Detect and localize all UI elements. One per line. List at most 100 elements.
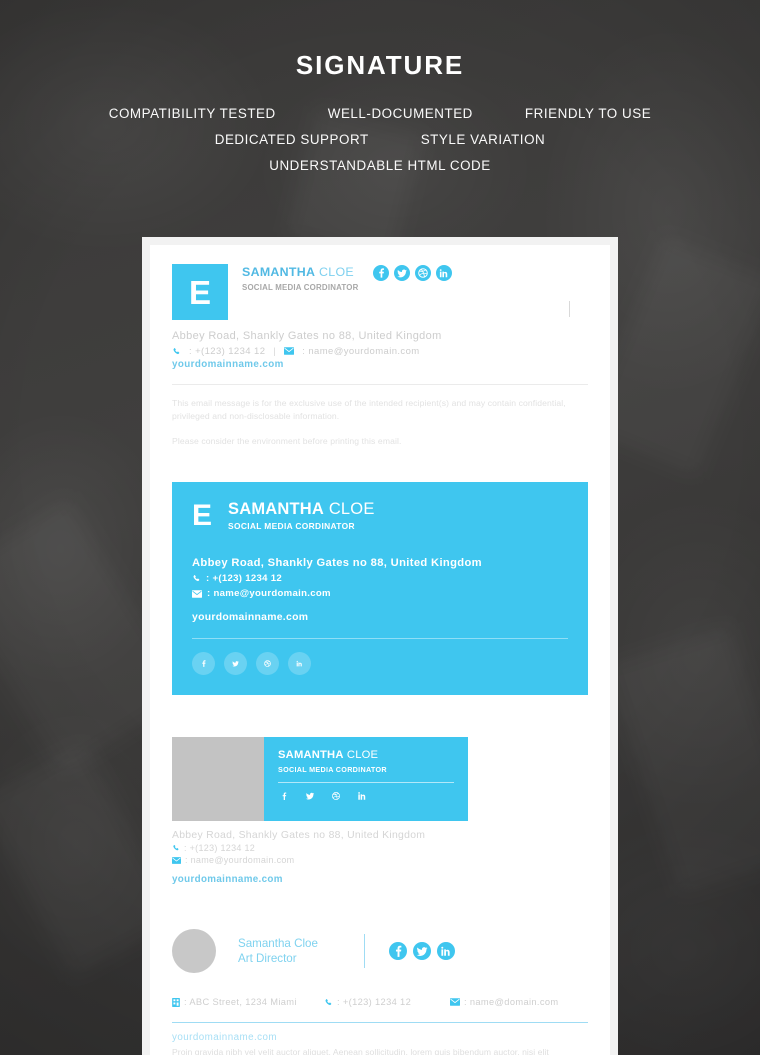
- address-text: Abbey Road, Shankly Gates no 88, United …: [172, 330, 442, 342]
- signature-4-contacts: : ABC Street, 1234 Miami : +(123) 1234 1…: [172, 997, 588, 1007]
- environment-note: Please consider the environment before p…: [172, 435, 402, 446]
- phone-value: : +(123) 1234 12: [184, 843, 256, 854]
- website-link[interactable]: yourdomainname.com: [172, 1032, 588, 1043]
- phone-row: : +(123) 1234 12: [172, 843, 588, 853]
- email-row: : name@domain.com: [450, 997, 558, 1007]
- signature-2-header: E SAMANTHA CLOE SOCIAL MEDIA CORDINATOR: [192, 500, 568, 531]
- photo-placeholder: [172, 737, 264, 822]
- description-text: Proin gravida nibh vel velit auctor aliq…: [172, 1047, 549, 1055]
- divider: [172, 383, 588, 385]
- divider: [278, 781, 454, 783]
- field-separator: |: [273, 345, 277, 357]
- signature-1-contact: Abbey Road, Shankly Gates no 88, United …: [172, 329, 588, 370]
- vertical-divider: [363, 934, 365, 969]
- facebook-icon[interactable]: [372, 265, 389, 281]
- signature-4-social-links: [388, 942, 455, 961]
- email-value: : name@yourdomain.com: [185, 855, 295, 866]
- website-link[interactable]: yourdomainname.com: [172, 874, 588, 885]
- person-role: SOCIAL MEDIA CORDINATOR: [228, 521, 355, 532]
- twitter-icon[interactable]: [412, 942, 431, 961]
- facebook-icon[interactable]: [278, 790, 290, 802]
- facebook-icon[interactable]: [192, 652, 215, 676]
- logo-square: E: [172, 264, 228, 320]
- phone-value: : +(123) 1234 12: [206, 573, 283, 585]
- person-last-name: CLOE: [315, 265, 354, 279]
- phone-icon: [172, 844, 180, 852]
- email-icon: [172, 856, 181, 864]
- signature-1-identity: SAMANTHA CLOE SOCIAL MEDIA CORDINATOR: [242, 264, 359, 292]
- linkedin-icon[interactable]: [288, 652, 311, 676]
- linkedin-icon[interactable]: [436, 942, 455, 961]
- linkedin-icon[interactable]: [435, 265, 452, 281]
- website-link[interactable]: yourdomainname.com: [192, 612, 568, 623]
- page-title: SIGNATURE: [295, 50, 465, 80]
- feature-row: UNDERSTANDABLE HTML CODE: [0, 158, 760, 173]
- building-icon: [172, 997, 180, 1007]
- address-text: Abbey Road, Shankly Gates no 88, United …: [192, 557, 482, 570]
- signature-block-4: Samantha Cloe Art Director : ABC Street,…: [172, 929, 588, 1055]
- person-name: SAMANTHA CLOE: [228, 500, 375, 518]
- email-icon: [450, 998, 460, 1007]
- phone-icon: [324, 998, 333, 1007]
- feature-item-documentation: WELL-DOCUMENTED: [327, 106, 473, 121]
- linkedin-icon[interactable]: [356, 790, 368, 802]
- preview-card-frame: E SAMANTHA CLOE SOCIAL MEDIA CORDINATOR …: [142, 237, 618, 1055]
- person-name: SAMANTHA CLOE: [242, 265, 359, 280]
- signature-block-3: SAMANTHA CLOE SOCIAL MEDIA CORDINATOR Ab…: [172, 737, 588, 885]
- email-value: : name@yourdomain.com: [302, 345, 420, 357]
- page-header: SIGNATURE COMPATIBILITY TESTED WELL-DOCU…: [0, 0, 760, 184]
- feature-item-html: UNDERSTANDABLE HTML CODE: [269, 158, 491, 173]
- address-text: Abbey Road, Shankly Gates no 88, United …: [172, 830, 426, 842]
- person-role: Art Director: [238, 952, 297, 966]
- person-first-name: SAMANTHA: [278, 749, 344, 762]
- dribbble-icon[interactable]: [414, 265, 431, 281]
- preview-card: E SAMANTHA CLOE SOCIAL MEDIA CORDINATOR …: [150, 245, 610, 1055]
- signature-block-2: E SAMANTHA CLOE SOCIAL MEDIA CORDINATOR …: [172, 481, 588, 696]
- person-first-name: SAMANTHA: [228, 499, 325, 518]
- signature-1-header: E SAMANTHA CLOE SOCIAL MEDIA CORDINATOR: [172, 264, 588, 320]
- feature-item-support: DEDICATED SUPPORT: [214, 132, 369, 147]
- person-last-name: CLOE: [343, 749, 379, 762]
- feature-item-style: STYLE VARIATION: [420, 132, 546, 147]
- twitter-icon[interactable]: [224, 652, 247, 676]
- address-row: : ABC Street, 1234 Miami: [172, 997, 324, 1007]
- person-name: SAMANTHA CLOE: [278, 749, 454, 762]
- phone-row: : +(123) 1234 12: [192, 573, 568, 584]
- email-value: : name@yourdomain.com: [207, 588, 331, 600]
- twitter-icon[interactable]: [393, 265, 410, 281]
- feature-item-friendly: FRIENDLY TO USE: [524, 106, 652, 121]
- signature-2-identity: SAMANTHA CLOE SOCIAL MEDIA CORDINATOR: [228, 500, 375, 531]
- phone-icon: [172, 347, 181, 356]
- person-last-name: CLOE: [324, 499, 375, 518]
- dribbble-icon[interactable]: [330, 790, 342, 802]
- signature-2-social-links: [192, 652, 568, 676]
- address-value: : ABC Street, 1234 Miami: [184, 997, 297, 1008]
- person-name: Samantha Cloe: [238, 936, 318, 950]
- contact-row: : +(123) 1234 12 | : name@yourdomain.com: [172, 346, 588, 357]
- person-first-name: SAMANTHA: [242, 265, 316, 279]
- vertical-divider: [569, 301, 570, 317]
- person-role: SOCIAL MEDIA CORDINATOR: [278, 764, 387, 774]
- email-row: : name@yourdomain.com: [172, 855, 588, 865]
- phone-value: : +(123) 1234 12: [189, 345, 266, 357]
- logo-letter: E: [192, 498, 213, 532]
- legal-disclaimer: This email message is for the exclusive …: [172, 397, 566, 422]
- person-role: SOCIAL MEDIA CORDINATOR: [242, 282, 359, 292]
- signature-3-social-links: [278, 790, 454, 802]
- email-icon: [284, 347, 295, 356]
- facebook-icon[interactable]: [388, 942, 407, 961]
- signature-3-body: SAMANTHA CLOE SOCIAL MEDIA CORDINATOR: [264, 737, 468, 822]
- divider: [172, 1022, 588, 1024]
- feature-list: COMPATIBILITY TESTED WELL-DOCUMENTED FRI…: [0, 106, 760, 173]
- twitter-icon[interactable]: [304, 790, 316, 802]
- email-row: : name@yourdomain.com: [192, 588, 568, 599]
- avatar: [172, 929, 216, 974]
- email-value: : name@domain.com: [464, 997, 559, 1008]
- feature-row: COMPATIBILITY TESTED WELL-DOCUMENTED FRI…: [0, 106, 760, 121]
- dribbble-icon[interactable]: [256, 652, 279, 676]
- signature-1-social-links: [372, 264, 452, 281]
- website-link[interactable]: yourdomainname.com: [172, 359, 588, 370]
- phone-value: : +(123) 1234 12: [337, 997, 412, 1008]
- signature-block-1: E SAMANTHA CLOE SOCIAL MEDIA CORDINATOR …: [172, 245, 588, 448]
- signature-4-header: Samantha Cloe Art Director: [172, 929, 588, 974]
